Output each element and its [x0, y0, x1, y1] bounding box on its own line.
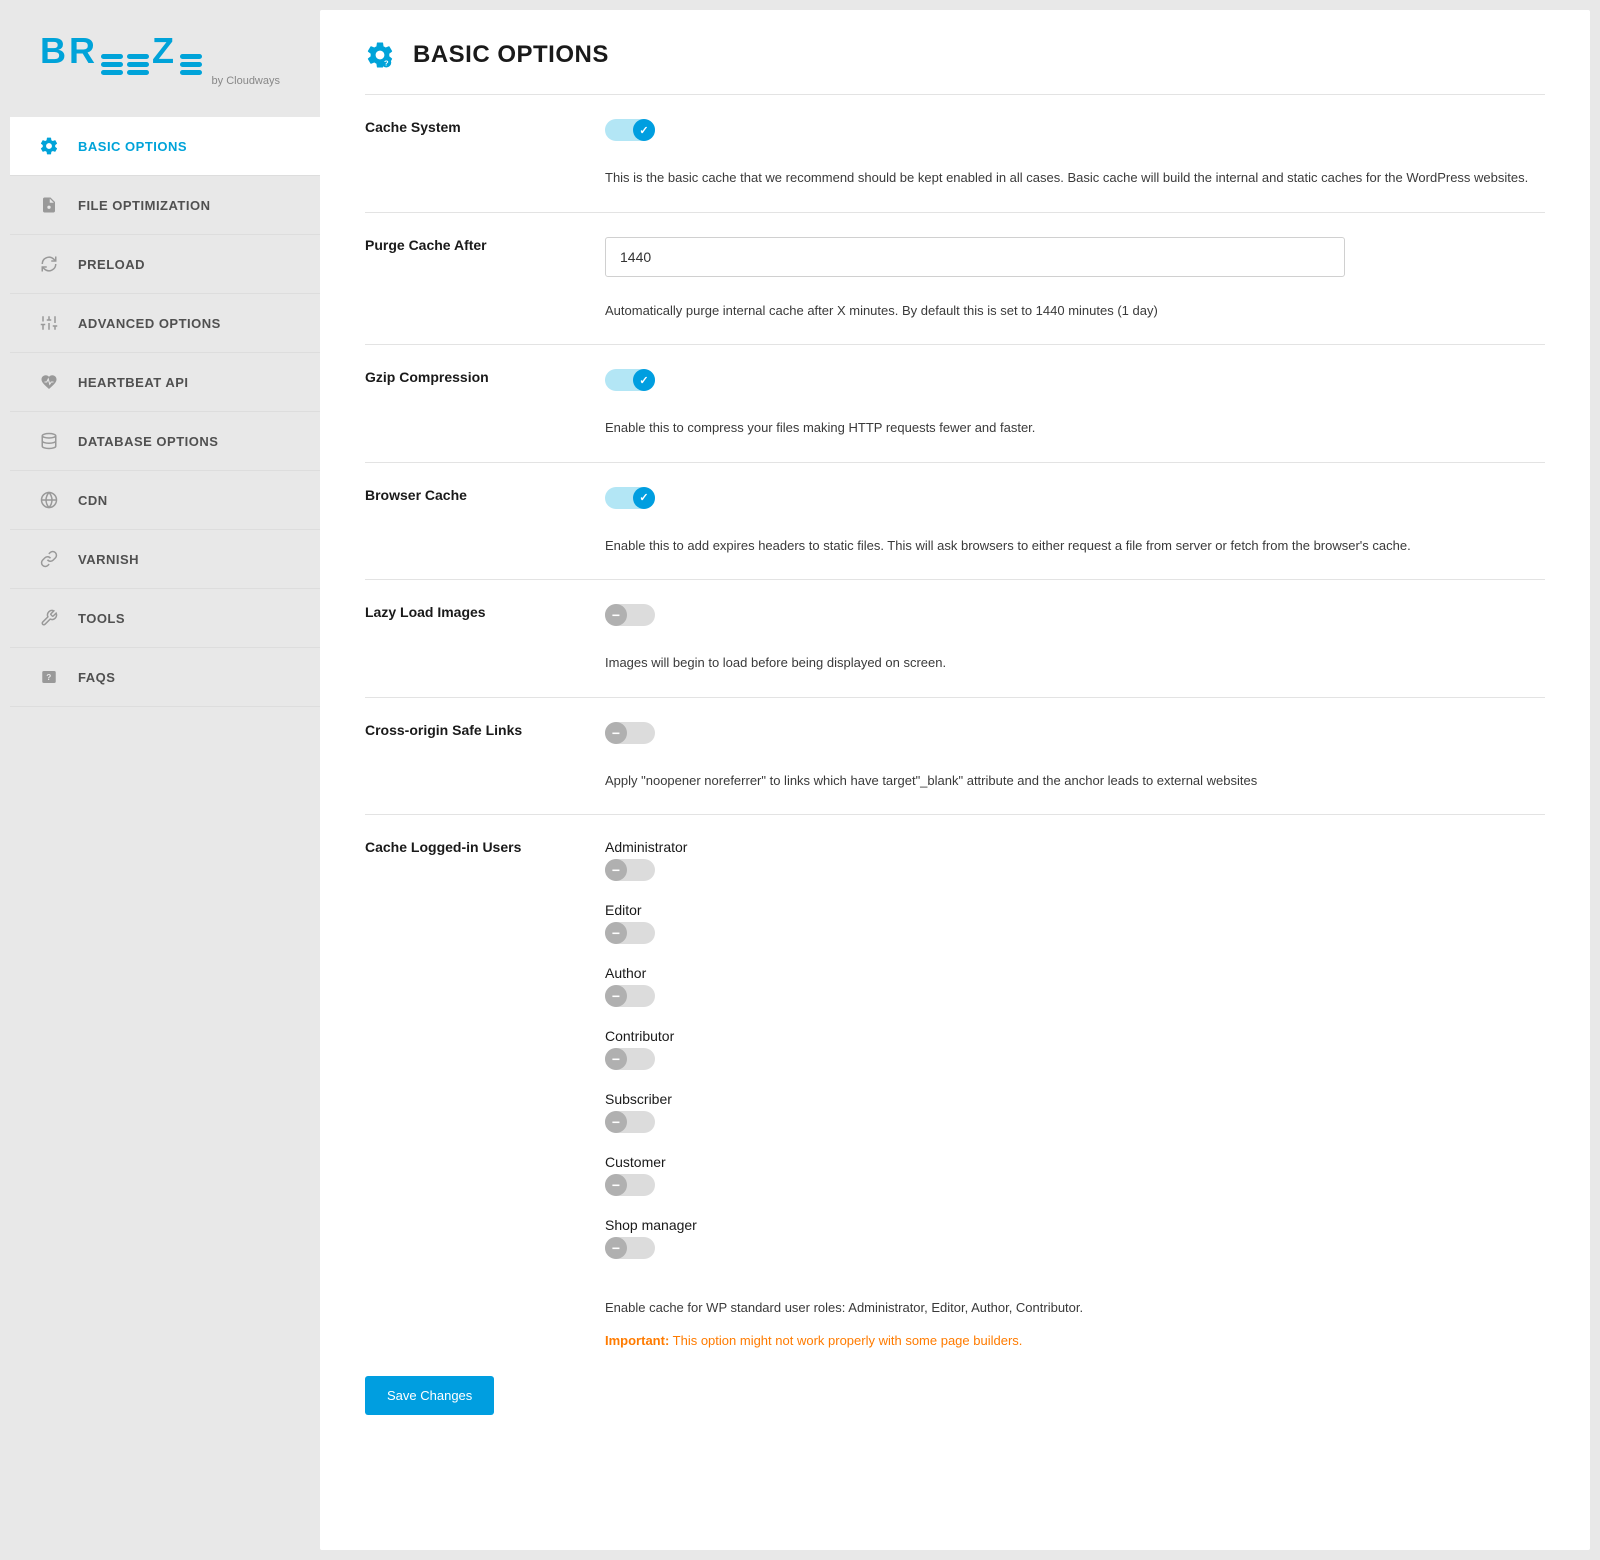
gear-icon: [38, 135, 60, 157]
sidebar-item-file-optimization[interactable]: FILE OPTIMIZATION: [10, 176, 320, 235]
logo: BR Z by Cloudways: [10, 10, 320, 117]
page-title: BASIC OPTIONS: [413, 41, 609, 69]
setting-desc: Enable this to add expires headers to st…: [605, 536, 1545, 556]
role-name: Administrator: [605, 839, 1545, 855]
setting-lazy-load: Lazy Load Images Images will begin to lo…: [365, 580, 1545, 698]
faq-icon: ?: [38, 666, 60, 688]
setting-label: Gzip Compression: [365, 369, 605, 385]
role-item: Subscriber: [605, 1091, 1545, 1136]
sidebar-item-tools[interactable]: TOOLS: [10, 589, 320, 648]
purge-cache-input[interactable]: [605, 237, 1345, 277]
sidebar-item-preload[interactable]: PRELOAD: [10, 235, 320, 294]
setting-desc: Automatically purge internal cache after…: [605, 301, 1545, 321]
brand-byline: by Cloudways: [40, 75, 280, 87]
role-item: Administrator: [605, 839, 1545, 884]
save-button[interactable]: Save Changes: [365, 1376, 494, 1415]
sidebar-item-label: TOOLS: [78, 611, 125, 626]
setting-label: Purge Cache After: [365, 237, 605, 253]
setting-label: Cache Logged-in Users: [365, 839, 605, 855]
brand-name: BR: [40, 30, 98, 72]
file-gear-icon: [38, 194, 60, 216]
sidebar-item-advanced-options[interactable]: ADVANCED OPTIONS: [10, 294, 320, 353]
role-name: Shop manager: [605, 1217, 1545, 1233]
sidebar: BR Z by Cloudways BASIC OPTIONS FILE OPTI…: [10, 10, 320, 1550]
important-note: Important: This option might not work pr…: [605, 1333, 1545, 1348]
browser-cache-toggle[interactable]: [605, 487, 655, 509]
nav-list: BASIC OPTIONS FILE OPTIMIZATION PRELOAD ADV…: [10, 117, 320, 707]
tools-icon: [38, 607, 60, 629]
globe-icon: [38, 489, 60, 511]
sidebar-item-label: DATABASE OPTIONS: [78, 434, 218, 449]
role-toggle[interactable]: [605, 1111, 655, 1133]
sidebar-item-heartbeat-api[interactable]: HEARTBEAT API: [10, 353, 320, 412]
role-toggle[interactable]: [605, 1048, 655, 1070]
sidebar-item-label: ADVANCED OPTIONS: [78, 316, 221, 331]
setting-desc: Enable this to compress your files makin…: [605, 418, 1545, 438]
role-item: Customer: [605, 1154, 1545, 1199]
page-header: ? BASIC OPTIONS: [365, 40, 1545, 95]
setting-desc: This is the basic cache that we recommen…: [605, 168, 1545, 188]
setting-label: Lazy Load Images: [365, 604, 605, 620]
role-toggle[interactable]: [605, 859, 655, 881]
gear-question-icon: ?: [365, 40, 395, 70]
sidebar-item-database-options[interactable]: DATABASE OPTIONS: [10, 412, 320, 471]
role-item: Editor: [605, 902, 1545, 947]
setting-cache-system: Cache System This is the basic cache tha…: [365, 95, 1545, 213]
sidebar-item-faqs[interactable]: ? FAQS: [10, 648, 320, 707]
setting-desc: Images will begin to load before being d…: [605, 653, 1545, 673]
gzip-toggle[interactable]: [605, 369, 655, 391]
role-toggle[interactable]: [605, 922, 655, 944]
sidebar-item-label: FAQS: [78, 670, 115, 685]
svg-text:?: ?: [46, 673, 51, 682]
setting-gzip: Gzip Compression Enable this to compress…: [365, 345, 1545, 463]
setting-purge-cache: Purge Cache After Automatically purge in…: [365, 213, 1545, 346]
role-name: Subscriber: [605, 1091, 1545, 1107]
sidebar-item-label: PRELOAD: [78, 257, 145, 272]
refresh-icon: [38, 253, 60, 275]
role-list: Administrator Editor Author Contributor Subs…: [605, 839, 1545, 1262]
role-item: Author: [605, 965, 1545, 1010]
setting-label: Cache System: [365, 119, 605, 135]
role-toggle[interactable]: [605, 1237, 655, 1259]
important-label: Important:: [605, 1333, 669, 1348]
important-text: This option might not work properly with…: [669, 1333, 1022, 1348]
setting-cross-origin: Cross-origin Safe Links Apply "noopener …: [365, 698, 1545, 816]
wave-icon: [127, 54, 149, 75]
heartbeat-icon: [38, 371, 60, 393]
sliders-icon: [38, 312, 60, 334]
role-name: Editor: [605, 902, 1545, 918]
setting-desc: Enable cache for WP standard user roles:…: [605, 1300, 1545, 1315]
wave-icon: [101, 54, 123, 75]
main-panel: ? BASIC OPTIONS Cache System This is the…: [320, 10, 1590, 1550]
setting-browser-cache: Browser Cache Enable this to add expires…: [365, 463, 1545, 581]
role-name: Customer: [605, 1154, 1545, 1170]
setting-desc: Apply "noopener noreferrer" to links whi…: [605, 771, 1545, 791]
role-name: Author: [605, 965, 1545, 981]
sidebar-item-label: VARNISH: [78, 552, 139, 567]
sidebar-item-basic-options[interactable]: BASIC OPTIONS: [10, 117, 320, 176]
sidebar-item-label: CDN: [78, 493, 108, 508]
sidebar-item-label: FILE OPTIMIZATION: [78, 198, 210, 213]
role-name: Contributor: [605, 1028, 1545, 1044]
role-item: Shop manager: [605, 1217, 1545, 1262]
setting-label: Cross-origin Safe Links: [365, 722, 605, 738]
cache-system-toggle[interactable]: [605, 119, 655, 141]
database-icon: [38, 430, 60, 452]
sidebar-item-varnish[interactable]: VARNISH: [10, 530, 320, 589]
wave-icon: [180, 54, 202, 75]
role-toggle[interactable]: [605, 1174, 655, 1196]
link-icon: [38, 548, 60, 570]
lazy-load-toggle[interactable]: [605, 604, 655, 626]
svg-text:?: ?: [384, 59, 389, 68]
cross-origin-toggle[interactable]: [605, 722, 655, 744]
sidebar-item-label: BASIC OPTIONS: [78, 139, 187, 154]
setting-label: Browser Cache: [365, 487, 605, 503]
role-item: Contributor: [605, 1028, 1545, 1073]
role-toggle[interactable]: [605, 985, 655, 1007]
setting-cache-logged: Cache Logged-in Users Administrator Edito…: [365, 815, 1545, 1358]
sidebar-item-label: HEARTBEAT API: [78, 375, 189, 390]
sidebar-item-cdn[interactable]: CDN: [10, 471, 320, 530]
